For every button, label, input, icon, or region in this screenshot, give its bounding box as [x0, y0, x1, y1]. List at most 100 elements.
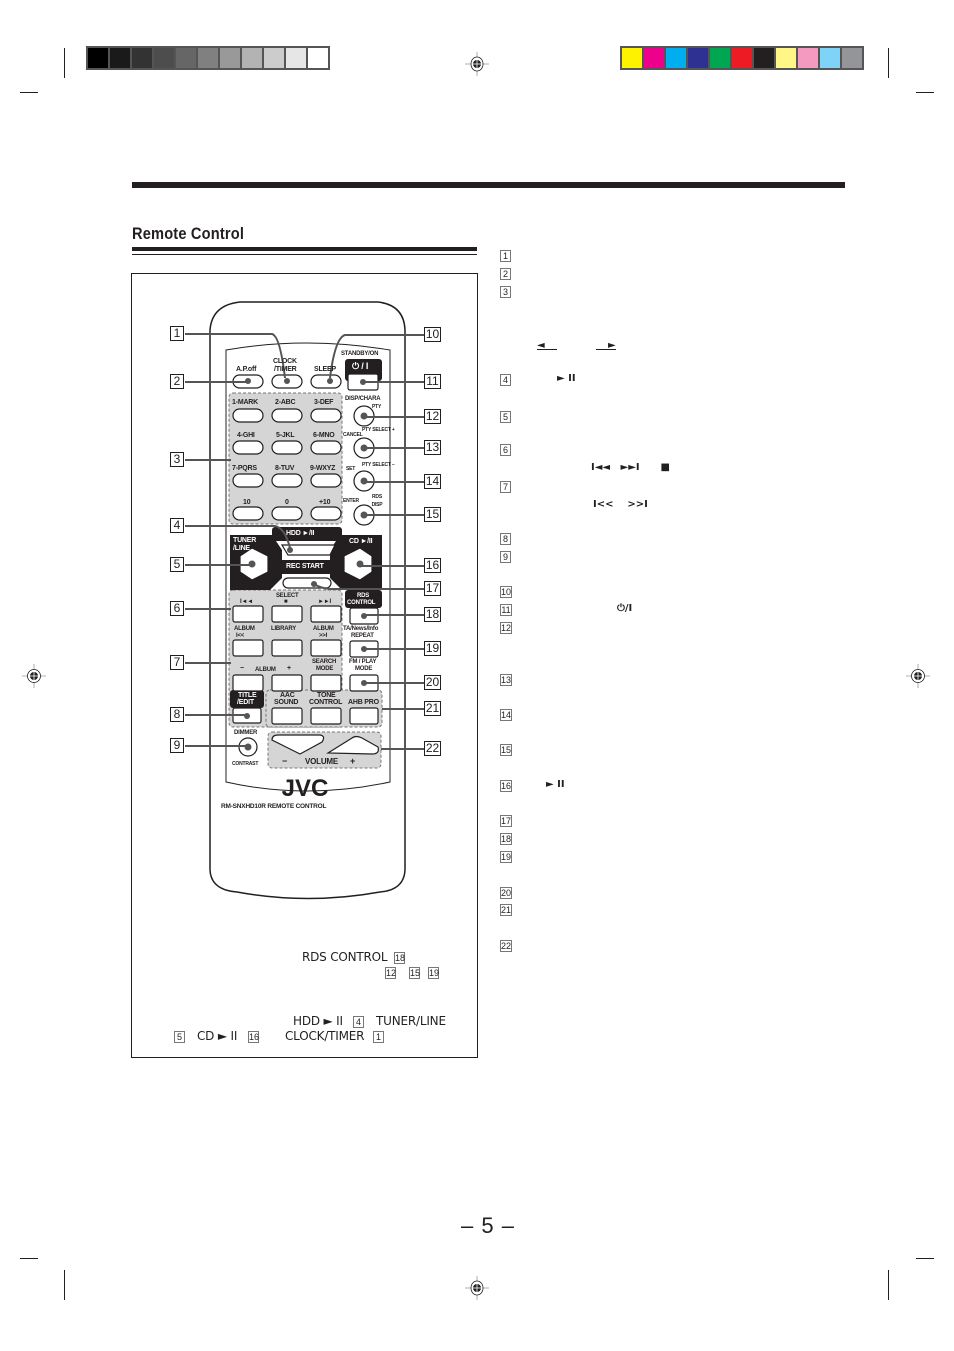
prev-icon: I◄◄ — [240, 599, 253, 605]
callout-5: 5 — [170, 557, 184, 572]
note-tuner-line: TUNER/LINE — [376, 1014, 446, 1028]
item-number-22: 22 — [500, 940, 512, 952]
callout-17: 17 — [424, 581, 441, 596]
item-number-12: 12 — [500, 622, 512, 634]
note-ref-12: 12 — [385, 967, 397, 979]
hdd-label: HDD ►/II — [286, 530, 315, 537]
callout-2: 2 — [170, 374, 184, 389]
disp-chara-label: DISP/CHARA — [345, 396, 381, 402]
item-number-2: 2 — [500, 268, 511, 280]
fm-play-mode-label-2: MODE — [355, 666, 373, 672]
callout-20: 20 — [424, 675, 441, 690]
volume-minus-label: − — [282, 756, 288, 766]
item-number-14: 14 — [500, 709, 512, 721]
callout-12: 12 — [424, 409, 441, 424]
item-6-symbol-icon: I◄◄ ►►I ■ — [591, 462, 670, 473]
callout-7: 7 — [170, 655, 184, 670]
volume-plus-label: + — [350, 756, 356, 766]
key-3-label: 3-DEF — [314, 399, 334, 406]
tone-control-label-2: CONTROL — [309, 699, 343, 706]
remote-control-drawing: JVC — [185, 301, 424, 900]
key-6-label: 6-MNO — [313, 432, 335, 439]
clock-timer-label: CLOCK — [273, 358, 297, 365]
album-minus-label: − — [240, 665, 244, 672]
callout-4: 4 — [170, 518, 184, 533]
item-number-16: 16 — [500, 780, 512, 792]
key-5-label: 5-JKL — [276, 432, 295, 439]
album-next-icon: >>I — [319, 633, 328, 639]
repeat-label: REPEAT — [351, 633, 374, 639]
next-icon: ►►I — [318, 599, 331, 605]
callout-3: 3 — [170, 452, 184, 467]
contrast-label: CONTRAST — [232, 761, 259, 767]
key-7-label: 7-PQRS — [232, 465, 257, 472]
callout-1: 1 — [170, 326, 184, 341]
key-4-label: 4-GHI — [237, 432, 255, 439]
item-number-5: 5 — [500, 411, 511, 423]
note-ref-1: 1 — [373, 1031, 384, 1043]
arrow-left-shaft — [537, 349, 557, 350]
album-label: ALBUM — [255, 667, 276, 673]
sleep-label: SLEEP — [314, 366, 336, 373]
ap-off-label: A.P.off — [236, 366, 257, 373]
key-9-label: 9-WXYZ — [310, 465, 336, 472]
item-number-18: 18 — [500, 833, 512, 845]
item-number-8: 8 — [500, 533, 511, 545]
callout-13: 13 — [424, 440, 441, 455]
callout-10: 10 — [424, 327, 441, 342]
note-hdd: HDD ► II — [293, 1014, 343, 1028]
cancel-label: CANCEL — [343, 432, 363, 438]
callout-8: 8 — [170, 707, 184, 722]
power-icon: ⏻ / I — [352, 361, 369, 371]
callout-21: 21 — [424, 701, 441, 716]
library-label: LIBRARY — [271, 626, 297, 632]
note-ref-19: 19 — [428, 967, 440, 979]
standby-on-label: STANDBY/ON — [341, 351, 379, 357]
tuner-label: TUNER — [233, 537, 257, 544]
enter-label: ENTER — [343, 498, 359, 504]
callout-6: 6 — [170, 601, 184, 616]
callout-19: 19 — [424, 641, 441, 656]
item-number-10: 10 — [500, 586, 512, 598]
pty-label: PTY — [372, 404, 382, 410]
album-prev-icon: I<< — [236, 633, 245, 639]
search-mode-label-2: MODE — [316, 666, 334, 672]
ahb-pro-label: AHB PRO — [348, 699, 379, 706]
pty-select-plus-label: PTY SELECT + — [362, 427, 395, 433]
item-number-19: 19 — [500, 851, 512, 863]
item-4-symbol-icon: ► II — [557, 373, 576, 384]
item-number-21: 21 — [500, 904, 512, 916]
item-number-1: 1 — [500, 250, 511, 262]
arrow-right-shaft — [596, 349, 616, 350]
item-7-symbol-icon: I<< >>I — [593, 499, 648, 510]
key-8-label: 8-TUV — [275, 465, 295, 472]
item-number-11: 11 — [500, 604, 512, 616]
volume-label: VOLUME — [305, 757, 339, 766]
stop-icon: ■ — [284, 599, 288, 605]
note-rds-control: RDS CONTROL — [302, 950, 388, 964]
item-number-9: 9 — [500, 551, 511, 563]
note-clock-timer: CLOCK/TIMER — [285, 1029, 365, 1043]
item-number-15: 15 — [500, 744, 512, 756]
album-plus-label: + — [287, 665, 291, 672]
note-ref-4: 4 — [353, 1016, 364, 1028]
key-10-label: 10 — [243, 499, 251, 506]
item-11-symbol-icon: ⏻/I — [617, 603, 633, 614]
aac-sound-label-2: SOUND — [274, 699, 299, 706]
jvc-logo: JVC — [282, 775, 329, 802]
item-number-17: 17 — [500, 815, 512, 827]
title-edit-label-2: /EDIT — [237, 699, 254, 706]
note-ref-18: 18 — [394, 952, 406, 964]
item-number-7: 7 — [500, 481, 511, 493]
key-2-label: 2-ABC — [275, 399, 296, 406]
model-number: RM-SNXHD10R REMOTE CONTROL — [221, 803, 327, 810]
cd-label: CD ►/II — [349, 538, 373, 545]
dimmer-label: DIMMER — [234, 730, 258, 736]
note-ref-15: 15 — [409, 967, 421, 979]
item-number-20: 20 — [500, 887, 512, 899]
item-16-symbol-icon: ► II — [546, 779, 565, 790]
rds-disp-label: RDS DISP — [371, 494, 383, 508]
key-1-label: 1-MARK — [232, 399, 259, 406]
key-plus10-label: +10 — [319, 499, 331, 506]
key-0-label: 0 — [285, 499, 289, 506]
